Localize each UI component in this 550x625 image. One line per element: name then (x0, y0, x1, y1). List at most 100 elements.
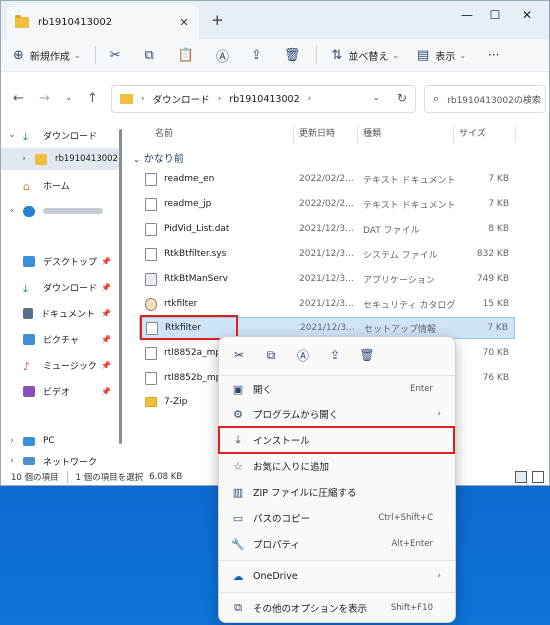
menu-label: ZIP ファイルに圧縮する (253, 488, 357, 499)
column-header-type[interactable]: 種類 (363, 124, 381, 144)
sidebar-item-home[interactable]: ⌂ ホーム (1, 174, 119, 196)
breadcrumb-current[interactable]: rb1910413002 (229, 94, 299, 105)
pin-icon[interactable]: 📌 (101, 283, 111, 292)
system-file-icon (145, 247, 157, 261)
search-box[interactable]: ⌕ rb1910413002の検索 (424, 85, 546, 113)
pin-icon[interactable]: 📌 (101, 361, 111, 370)
pin-icon[interactable]: 📌 (101, 387, 111, 396)
close-button[interactable]: ✕ (517, 8, 537, 22)
paste-button[interactable]: 📋 (178, 43, 194, 67)
sidebar-item-pc[interactable]: › PC (1, 430, 119, 452)
details-view-icon[interactable] (515, 471, 527, 483)
breadcrumb-chevron-icon[interactable]: › (141, 94, 145, 104)
file-row[interactable]: rtkfilter 2021/12/3... セキュリティ カタログ 15 KB (139, 293, 515, 315)
address-bar[interactable]: › ダウンロード › rb1910413002 › ⌄ ↻ (111, 85, 416, 113)
chevron-right-icon[interactable]: › (1, 206, 23, 216)
cloud-icon (23, 205, 35, 217)
chevron-right-icon[interactable]: › (1, 154, 35, 164)
sidebar-item-downloads[interactable]: ⌄ ⤓ ダウンロード (1, 124, 119, 146)
pin-icon[interactable]: 📌 (101, 257, 111, 266)
group-header[interactable]: ⌄ かなり前 (133, 150, 184, 165)
column-divider[interactable] (453, 126, 454, 142)
menu-item-properties[interactable]: 🔧 プロパティ Alt+Enter (223, 532, 451, 556)
breadcrumb-chevron-icon[interactable]: › (308, 94, 312, 104)
menu-item-more-options[interactable]: ⧉ その他のオプションを表示 Shift+F10 (223, 596, 451, 620)
view-label: 表示 (435, 51, 456, 63)
maximize-button[interactable]: ☐ (485, 8, 505, 22)
pc-icon (23, 436, 35, 446)
minimize-button[interactable]: — (457, 8, 477, 22)
sidebar-item-network[interactable]: › ネットワーク (1, 454, 119, 468)
sidebar-item-desktop[interactable]: デスクトップ 📌 (1, 250, 119, 272)
cut-icon[interactable]: ✂ (223, 348, 255, 362)
more-options-icon: ⧉ (234, 601, 242, 614)
menu-item-favorite[interactable]: ☆ お気に入りに追加 (223, 454, 451, 478)
open-with-icon: ⚙ (233, 407, 243, 421)
menu-item-onedrive[interactable]: ☁ OneDrive › (223, 564, 451, 588)
menu-shortcut: Enter (410, 384, 433, 394)
chevron-right-icon[interactable]: › (1, 456, 23, 466)
sidebar-item-onedrive[interactable]: › (1, 200, 119, 222)
recent-chevron-icon[interactable]: ⌄ (65, 93, 73, 103)
chevron-down-icon[interactable]: ⌄ (1, 130, 23, 140)
new-tab-button[interactable]: + (211, 11, 224, 29)
chevron-right-icon: › (437, 409, 441, 419)
open-icon: ▣ (232, 382, 244, 396)
rename-icon[interactable]: Ⓐ (287, 347, 319, 364)
sidebar-item-downloads-pinned[interactable]: ⤓ ダウンロード 📌 (1, 276, 119, 298)
menu-item-open[interactable]: ▣ 開く Enter (223, 377, 451, 401)
address-dropdown-icon[interactable]: ⌄ (372, 93, 380, 103)
breadcrumb-chevron-icon[interactable]: › (218, 94, 222, 104)
tab-rb1910413002[interactable]: rb1910413002 ✕ (7, 5, 199, 39)
column-header-name[interactable]: 名前 (155, 124, 173, 144)
column-divider[interactable] (293, 126, 294, 142)
chevron-down-icon: ⌄ (73, 50, 81, 60)
pin-icon[interactable]: 📌 (101, 309, 111, 318)
trash-icon: 🗑 (283, 47, 301, 63)
menu-item-copy-path[interactable]: ▭ パスのコピー Ctrl+Shift+C (223, 506, 451, 530)
sidebar-item-rb1910413002[interactable]: › rb1910413002 (1, 148, 119, 170)
file-row[interactable]: readme_jp 2022/02/2... テキスト ドキュメント 7 KB (139, 193, 515, 215)
column-header-date[interactable]: 更新日時 (299, 124, 335, 144)
context-menu: ✂ ⧉ Ⓐ ⇪ 🗑 ▣ 開く Enter ⚙ プログラムから開く › ⤓ インス… (218, 336, 456, 623)
forward-arrow-icon[interactable]: → (39, 91, 50, 106)
sidebar-item-pictures[interactable]: ピクチャ 📌 (1, 328, 119, 350)
file-row[interactable]: RtkBtManServ 2021/12/3... アプリケーション 749 K… (139, 268, 515, 290)
up-arrow-icon[interactable]: ↑ (87, 91, 98, 106)
file-date: 2022/02/2... (299, 199, 354, 209)
trash-icon[interactable]: 🗑 (351, 348, 383, 362)
column-divider[interactable] (357, 126, 358, 142)
share-button[interactable]: ⇪ (251, 43, 262, 67)
copy-button[interactable]: ⧉ (145, 43, 154, 67)
column-header-size[interactable]: サイズ (459, 124, 486, 144)
more-button[interactable]: ··· (488, 43, 499, 67)
file-row[interactable]: readme_en 2022/02/2... テキスト ドキュメント 7 KB (139, 168, 515, 190)
breadcrumb-downloads[interactable]: ダウンロード (153, 92, 210, 106)
chevron-right-icon[interactable]: › (1, 436, 23, 446)
menu-item-open-with[interactable]: ⚙ プログラムから開く › (223, 402, 451, 426)
back-arrow-icon[interactable]: ← (13, 91, 24, 106)
refresh-icon[interactable]: ↻ (397, 91, 407, 105)
new-button[interactable]: ⊕ 新規作成 ⌄ (13, 43, 81, 67)
tab-close-icon[interactable]: ✕ (177, 16, 191, 29)
cut-button[interactable]: ✂ (110, 43, 121, 67)
delete-button[interactable]: 🗑 (284, 43, 301, 67)
file-row[interactable]: PidVid_List.dat 2021/12/3... DAT ファイル 8 … (139, 218, 515, 240)
quick-actions: ✂ ⧉ Ⓐ ⇪ 🗑 (219, 337, 455, 373)
navigation-scrollbar[interactable] (119, 124, 123, 444)
share-icon[interactable]: ⇪ (319, 348, 351, 362)
copy-icon[interactable]: ⧉ (255, 348, 287, 363)
file-row[interactable]: RtkBtfilter.sys 2021/12/3... システム ファイル 8… (139, 243, 515, 265)
scrollbar-thumb[interactable] (119, 129, 122, 444)
sidebar-label: デスクトップ (43, 257, 98, 268)
sidebar-item-videos[interactable]: ビデオ 📌 (1, 380, 119, 402)
sidebar-item-music[interactable]: ♪ ミュージック 📌 (1, 354, 119, 376)
tiles-view-icon[interactable] (532, 471, 544, 483)
rename-button[interactable]: Ⓐ (216, 43, 229, 67)
pin-icon[interactable]: 📌 (101, 335, 111, 344)
column-divider[interactable] (515, 126, 516, 142)
menu-item-zip[interactable]: ▥ ZIP ファイルに圧縮する (223, 480, 451, 504)
sort-button[interactable]: ⇅ 並べ替え ⌄ (331, 43, 399, 67)
sidebar-item-documents[interactable]: ドキュメント 📌 (1, 302, 119, 324)
view-button[interactable]: ▤ 表示 ⌄ (417, 43, 466, 67)
